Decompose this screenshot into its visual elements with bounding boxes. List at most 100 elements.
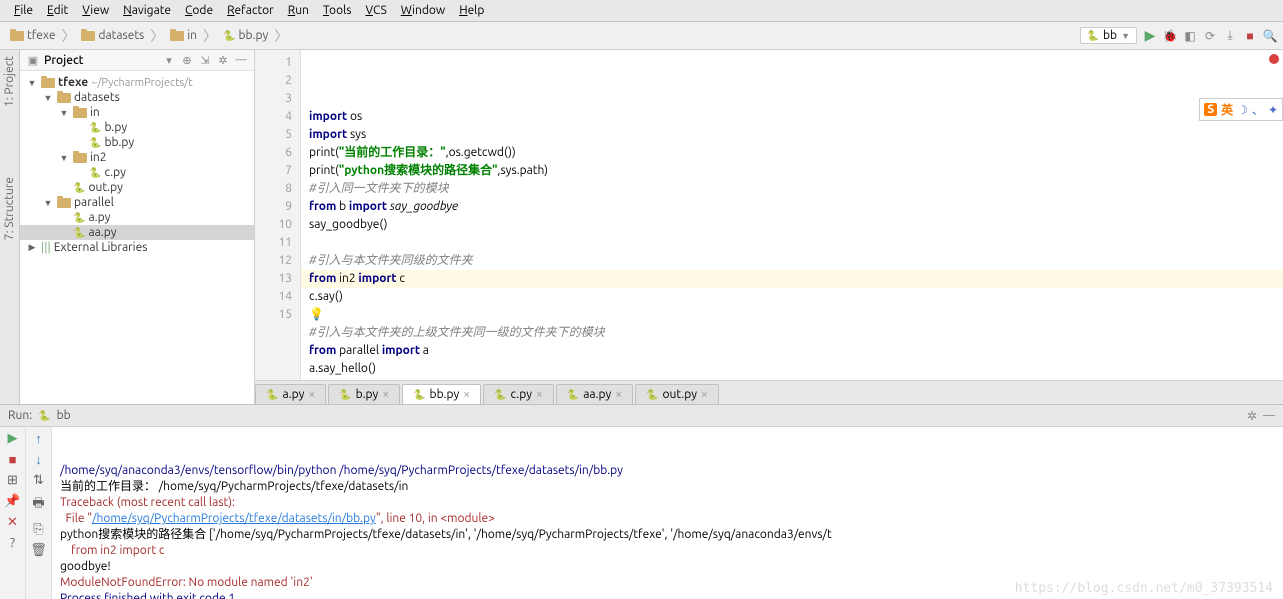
- close-icon[interactable]: ×: [701, 388, 708, 401]
- menu-file[interactable]: File: [8, 2, 39, 19]
- menu-edit[interactable]: Edit: [41, 2, 74, 19]
- code-line-10[interactable]: from in2 import c: [309, 270, 1275, 288]
- code-line-11[interactable]: c.say(): [309, 288, 1275, 306]
- close-icon[interactable]: ×: [615, 388, 622, 401]
- ime-more-icon[interactable]: ✦: [1268, 103, 1278, 117]
- project-panel: ▣ Project ▾ ⊕ ⇲ ✲ — ▼tfexe ~/PycharmProj…: [20, 50, 255, 404]
- stop-button[interactable]: ■: [1243, 29, 1257, 43]
- code-content[interactable]: import osimport sysprint("当前的工作目录：",os.g…: [301, 50, 1283, 380]
- menu-run[interactable]: Run: [282, 2, 315, 19]
- tab-b.py[interactable]: 🐍b.py×: [328, 384, 400, 404]
- console-line: File "/home/syq/PycharmProjects/tfexe/da…: [60, 511, 1275, 527]
- code-line-6[interactable]: from b import say_goodbye: [309, 198, 1275, 216]
- search-button[interactable]: 🔍: [1263, 29, 1277, 43]
- tree-item-in[interactable]: ▼in: [20, 105, 254, 120]
- close-icon[interactable]: ×: [382, 388, 389, 401]
- ime-toolbar[interactable]: S 英 ☽ 、 ✦: [1199, 98, 1283, 121]
- project-tool-tab[interactable]: 1: Project: [3, 56, 16, 107]
- tab-a.py[interactable]: 🐍a.py×: [255, 384, 326, 404]
- down-icon[interactable]: ↓: [35, 452, 42, 467]
- stop-button[interactable]: ■: [9, 452, 17, 467]
- tree-item-b.py[interactable]: 🐍b.py: [20, 120, 254, 135]
- tree-item-parallel[interactable]: ▼parallel: [20, 195, 254, 210]
- tab-aa.py[interactable]: 🐍aa.py×: [556, 384, 633, 404]
- trash-icon[interactable]: 🗑: [30, 543, 47, 558]
- tree-item-bb.py[interactable]: 🐍bb.py: [20, 135, 254, 150]
- help-icon[interactable]: ?: [10, 536, 15, 550]
- rerun-button[interactable]: ▶: [8, 431, 18, 446]
- code-line-4[interactable]: print("python搜索模块的路径集合",sys.path): [309, 162, 1275, 180]
- close-icon[interactable]: ✕: [7, 515, 18, 530]
- tree-item-c.py[interactable]: 🐍c.py: [20, 165, 254, 180]
- coverage-button[interactable]: ◧: [1183, 29, 1197, 43]
- menu-navigate[interactable]: Navigate: [117, 2, 177, 19]
- close-icon[interactable]: ×: [463, 388, 470, 401]
- code-line-5[interactable]: #引入同一文件夹下的模块: [309, 180, 1275, 198]
- tree-item-out.py[interactable]: 🐍out.py: [20, 180, 254, 195]
- menu-code[interactable]: Code: [179, 2, 219, 19]
- close-icon[interactable]: ×: [536, 388, 543, 401]
- pin-icon[interactable]: 📌: [4, 494, 20, 509]
- tab-bb.py[interactable]: 🐍bb.py×: [402, 384, 481, 404]
- debug-button[interactable]: 🐞: [1163, 29, 1177, 43]
- code-line-13[interactable]: #引入与本文件夹的上级文件夹同一级的文件夹下的模块: [309, 324, 1275, 342]
- profile-button[interactable]: ⟳: [1203, 29, 1217, 43]
- code-line-9[interactable]: #引入与本文件夹同级的文件夹: [309, 252, 1275, 270]
- view-mode-icon[interactable]: ▾: [162, 53, 176, 67]
- code-line-2[interactable]: import sys: [309, 126, 1275, 144]
- crumb-bb.py[interactable]: 🐍bb.py: [219, 27, 272, 44]
- ime-lang[interactable]: 英: [1221, 101, 1233, 118]
- main-area: 1: Project 7: Structure ▣ Project ▾ ⊕ ⇲ …: [0, 50, 1283, 404]
- project-tree[interactable]: ▼tfexe ~/PycharmProjects/t▼datasets▼in🐍b…: [20, 71, 254, 404]
- collapse-icon[interactable]: ⇲: [198, 53, 212, 67]
- hide-icon[interactable]: —: [1263, 409, 1275, 423]
- structure-tool-tab[interactable]: 7: Structure: [3, 177, 16, 240]
- menu-vcs[interactable]: VCS: [359, 2, 392, 19]
- menu-tools[interactable]: Tools: [317, 2, 358, 19]
- attach-button[interactable]: ⤓: [1223, 29, 1237, 43]
- tab-c.py[interactable]: 🐍c.py×: [483, 384, 554, 404]
- menu-help[interactable]: Help: [453, 2, 490, 19]
- code-line-12[interactable]: 💡: [309, 306, 1275, 324]
- target-icon[interactable]: ⊕: [180, 53, 194, 67]
- crumb-datasets[interactable]: datasets: [77, 27, 148, 44]
- watermark: https://blog.csdn.net/m0_37393514: [1015, 581, 1273, 597]
- up-icon[interactable]: ↑: [35, 431, 42, 446]
- crumb-in[interactable]: in: [166, 27, 201, 44]
- gear-icon[interactable]: ✲: [216, 53, 230, 67]
- export-icon[interactable]: ⎘: [33, 522, 43, 537]
- tree-item-aa.py[interactable]: 🐍aa.py: [20, 225, 254, 240]
- menu-view[interactable]: View: [76, 2, 115, 19]
- gear-icon[interactable]: ✲: [1247, 409, 1257, 423]
- run-button[interactable]: ▶: [1143, 29, 1157, 43]
- code-line-15[interactable]: a.say_hello(): [309, 360, 1275, 378]
- close-icon[interactable]: ×: [308, 388, 315, 401]
- tab-out.py[interactable]: 🐍out.py×: [635, 384, 719, 404]
- tree-item-in2[interactable]: ▼in2: [20, 150, 254, 165]
- console-output[interactable]: /home/syq/anaconda3/envs/tensorflow/bin/…: [52, 427, 1283, 599]
- menu-refactor[interactable]: Refactor: [221, 2, 280, 19]
- menu-window[interactable]: Window: [395, 2, 451, 19]
- moon-icon[interactable]: ☽: [1237, 103, 1248, 117]
- print-icon[interactable]: 🖶: [32, 494, 44, 516]
- run-header: Run: 🐍 bb ✲ —: [0, 405, 1283, 427]
- code-line-8[interactable]: [309, 234, 1275, 252]
- tree-item-a.py[interactable]: 🐍a.py: [20, 210, 254, 225]
- wrap-icon[interactable]: ⇅: [33, 473, 44, 488]
- error-stripe-icon[interactable]: [1269, 54, 1279, 64]
- tree-item-External Libraries[interactable]: ▶|||External Libraries: [20, 240, 254, 255]
- code-line-7[interactable]: say_goodbye(): [309, 216, 1275, 234]
- code-line-14[interactable]: from parallel import a: [309, 342, 1275, 360]
- tree-item-tfexe[interactable]: ▼tfexe ~/PycharmProjects/t: [20, 75, 254, 90]
- code-editor[interactable]: 123456789101112131415 import osimport sy…: [255, 50, 1283, 380]
- run-actions-rail: ▶ ■ ⊞ 📌 ✕ ?: [0, 427, 26, 599]
- hide-icon[interactable]: —: [234, 53, 248, 67]
- breadcrumb-sep: 〉: [274, 26, 288, 46]
- restore-layout-icon[interactable]: ⊞: [7, 473, 18, 488]
- crumb-tfexe[interactable]: tfexe: [6, 27, 59, 44]
- console-line: goodbye!: [60, 559, 1275, 575]
- run-config-selector[interactable]: 🐍 bb ▼: [1080, 27, 1137, 44]
- code-line-3[interactable]: print("当前的工作目录：",os.getcwd()): [309, 144, 1275, 162]
- tree-item-datasets[interactable]: ▼datasets: [20, 90, 254, 105]
- code-line-1[interactable]: import os: [309, 108, 1275, 126]
